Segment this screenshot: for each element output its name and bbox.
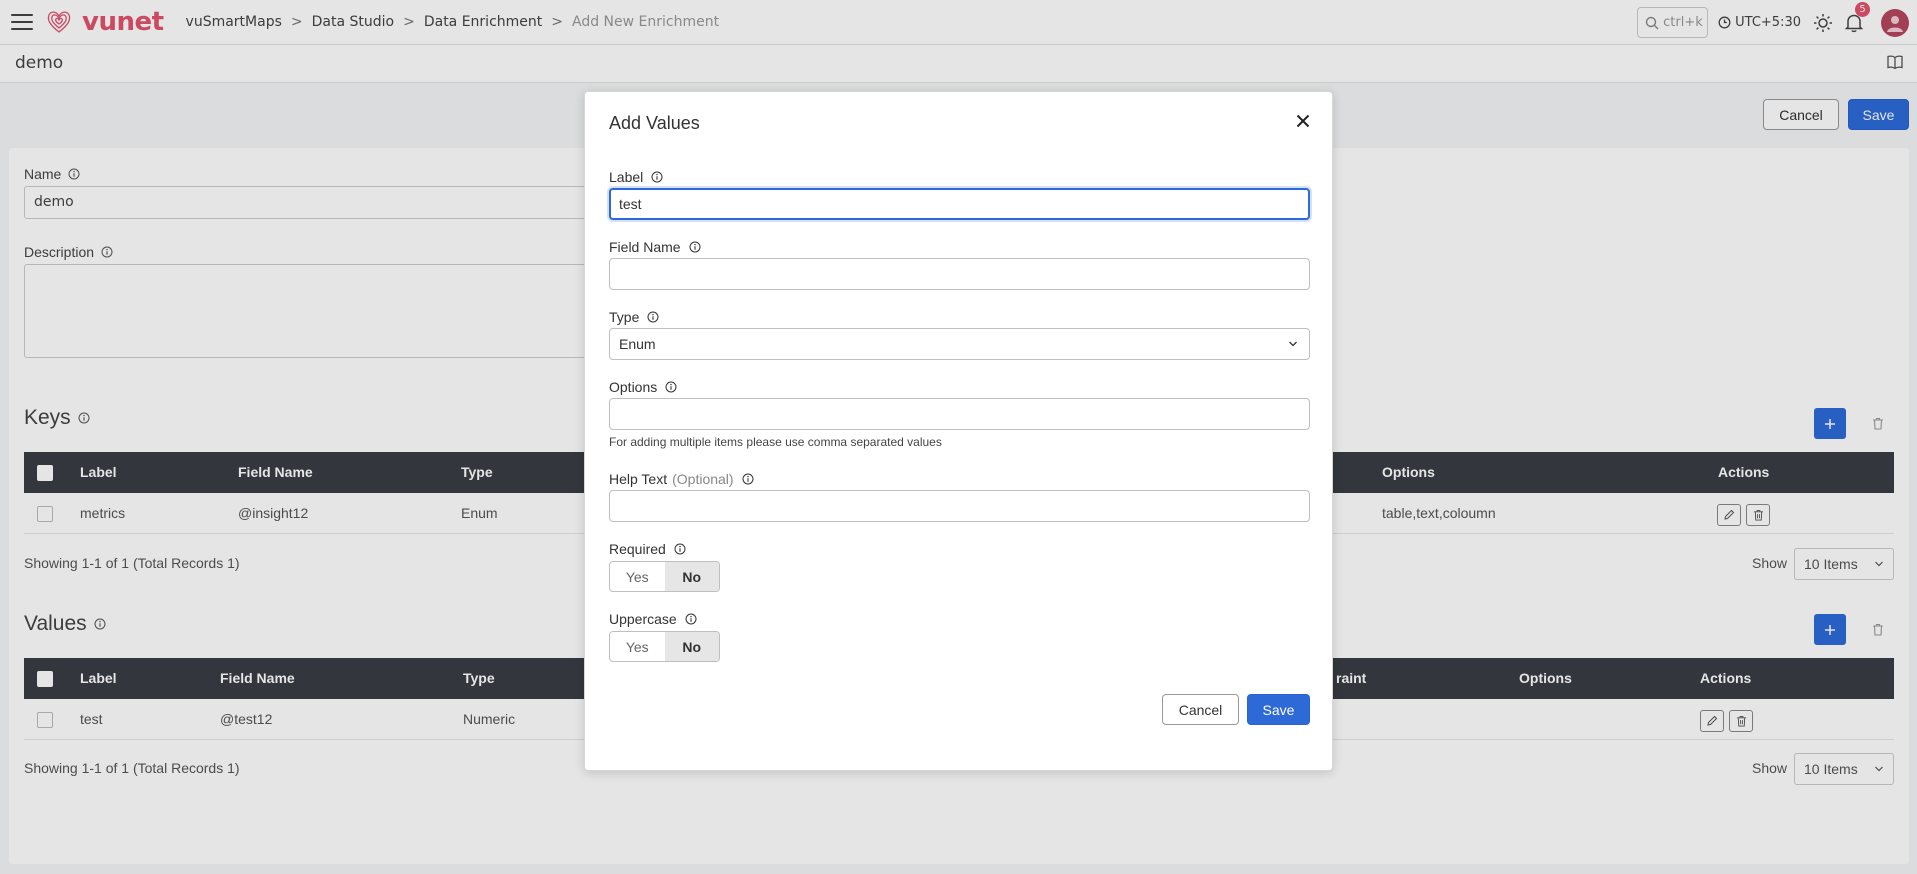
help-text-label: Help Text (Optional) <box>609 471 754 487</box>
label-field-label: Label <box>609 169 663 185</box>
label-field-label-text: Label <box>609 169 644 185</box>
info-icon[interactable] <box>651 171 663 183</box>
optional-hint: (Optional) <box>672 471 734 487</box>
options-label-text: Options <box>609 379 658 395</box>
close-icon <box>1296 114 1310 128</box>
info-icon[interactable] <box>647 311 659 323</box>
required-label-text: Required <box>609 541 666 557</box>
chevron-down-icon <box>1289 341 1297 347</box>
info-icon[interactable] <box>685 613 697 625</box>
info-icon[interactable] <box>674 543 686 555</box>
info-icon[interactable] <box>689 241 701 253</box>
dialog-cancel-button[interactable]: Cancel <box>1162 694 1239 725</box>
field-name-label: Field Name <box>609 239 701 255</box>
uppercase-yes-option[interactable]: Yes <box>610 632 665 661</box>
type-select[interactable]: Enum <box>609 328 1310 360</box>
type-label: Type <box>609 309 659 325</box>
options-help-text: For adding multiple items please use com… <box>609 435 942 449</box>
uppercase-toggle: Yes No <box>609 631 720 662</box>
uppercase-label: Uppercase <box>609 611 697 627</box>
dialog-title: Add Values <box>609 113 700 133</box>
uppercase-no-option[interactable]: No <box>664 632 719 661</box>
label-input[interactable]: test <box>609 188 1310 220</box>
required-yes-option[interactable]: Yes <box>610 562 665 591</box>
dialog-save-button[interactable]: Save <box>1247 694 1310 725</box>
info-icon[interactable] <box>665 381 677 393</box>
options-input[interactable] <box>609 398 1310 430</box>
type-label-text: Type <box>609 309 640 325</box>
help-text-label-text: Help Text <box>609 471 668 487</box>
options-label: Options <box>609 379 677 395</box>
help-text-input[interactable] <box>609 490 1310 522</box>
required-no-option[interactable]: No <box>664 562 719 591</box>
field-name-input[interactable] <box>609 258 1310 290</box>
info-icon[interactable] <box>742 473 754 485</box>
required-toggle: Yes No <box>609 561 720 592</box>
add-values-dialog: Add Values Label test Field Name Type En… <box>584 91 1333 771</box>
close-button[interactable] <box>1296 114 1310 128</box>
type-selected-value: Enum <box>619 336 656 352</box>
field-name-label-text: Field Name <box>609 239 681 255</box>
required-label: Required <box>609 541 686 557</box>
uppercase-label-text: Uppercase <box>609 611 677 627</box>
